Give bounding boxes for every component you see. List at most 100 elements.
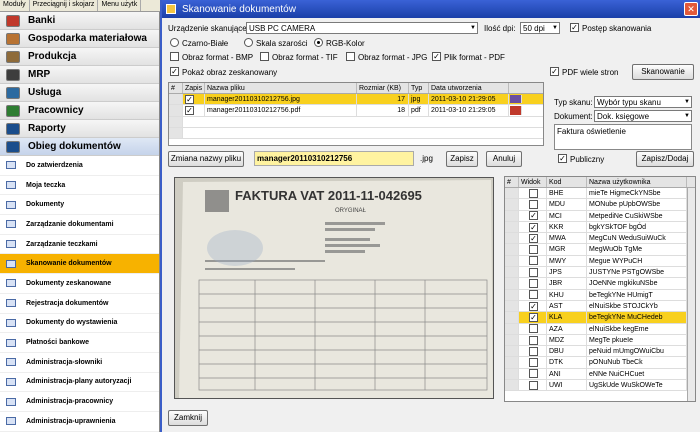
module-3[interactable]: MRP — [0, 66, 159, 84]
radio-gray[interactable] — [244, 38, 253, 48]
widok-checkbox[interactable]: ✓ — [519, 233, 547, 244]
menu-przeciagnij[interactable]: Przeciągnij i skojarz — [30, 0, 99, 11]
menu-uzytkownika[interactable]: Menu użytk — [98, 0, 142, 11]
row-selector[interactable] — [505, 244, 519, 255]
row-selector[interactable] — [169, 127, 183, 139]
module-1[interactable]: Gospodarka materiałowa — [0, 30, 159, 48]
users-scrollbar[interactable] — [687, 188, 695, 401]
module-2[interactable]: Produkcja — [0, 48, 159, 66]
sidebar-item-1[interactable]: Moja teczka — [0, 176, 159, 196]
fmt-tif-checkbox[interactable] — [260, 52, 269, 62]
filename-input[interactable]: manager20110310212756 — [254, 151, 414, 166]
zapis-checkbox[interactable]: ✓ — [183, 94, 205, 105]
widok-checkbox[interactable]: ✓ — [519, 221, 547, 233]
widok-checkbox[interactable] — [519, 346, 547, 357]
menu-moduly[interactable]: Moduły — [0, 0, 30, 11]
widok-checkbox[interactable] — [519, 323, 547, 334]
zapis-checkbox[interactable]: ✓ — [183, 105, 205, 116]
dpi-select[interactable]: 50 dpi ▼ — [520, 22, 560, 34]
user-row[interactable]: ANI eNNe NuiCHCuet — [505, 368, 695, 381]
sidebar-item-10[interactable]: Administracja-słowniki — [0, 353, 159, 373]
sidebar-item-6[interactable]: Dokumenty zeskanowane — [0, 274, 159, 294]
user-row[interactable]: MWY Megue WYPuCH — [505, 255, 695, 268]
rename-file-button[interactable]: Zmiana nazwy pliku — [168, 151, 244, 167]
sidebar-item-2[interactable]: Dokumenty — [0, 195, 159, 216]
widok-checkbox[interactable] — [519, 267, 547, 278]
user-row[interactable]: DBU peNuid mUmgOWuiCbu — [505, 346, 695, 358]
description-textarea[interactable]: Faktura oświetlenie — [554, 124, 692, 150]
user-row[interactable]: BHE mieTe HigmeCkYNSbe — [505, 188, 695, 200]
module-7[interactable]: Obieg dokumentów — [0, 138, 159, 156]
cancel-button[interactable]: Anuluj — [486, 151, 522, 167]
widok-checkbox[interactable] — [519, 380, 547, 391]
user-row[interactable]: AZA elNuiSkbe kegEme — [505, 323, 695, 335]
row-selector[interactable] — [505, 323, 519, 334]
sidebar-item-4[interactable]: Zarządzanie teczkami — [0, 235, 159, 255]
file-row[interactable]: ✓ manager20110310212756.pdf 18 pdf 2011-03-1… — [169, 105, 543, 117]
user-row[interactable]: ✓ MCI MetpediNe CuSkiWSbe — [505, 210, 695, 222]
row-selector[interactable] — [505, 312, 519, 323]
sidebar-item-12[interactable]: Administracja-pracownicy — [0, 392, 159, 412]
save-add-button[interactable]: Zapisz/Dodaj — [636, 151, 694, 167]
widok-checkbox[interactable] — [519, 368, 547, 380]
row-selector[interactable] — [169, 116, 183, 127]
widok-checkbox[interactable]: ✓ — [519, 210, 547, 221]
row-selector[interactable] — [505, 380, 519, 391]
close-button[interactable]: Zamknij — [168, 410, 208, 426]
widok-checkbox[interactable]: ✓ — [519, 312, 547, 323]
row-selector[interactable] — [505, 346, 519, 357]
row-selector[interactable] — [505, 334, 519, 346]
close-icon[interactable]: ✕ — [684, 2, 698, 16]
widok-checkbox[interactable]: ✓ — [519, 300, 547, 312]
sidebar-item-8[interactable]: Dokumenty do wystawienia — [0, 314, 159, 334]
public-checkbox[interactable]: ✓ — [558, 154, 567, 164]
module-0[interactable]: Banki — [0, 12, 159, 30]
scan-button[interactable]: Skanowanie — [632, 64, 694, 80]
sidebar-item-11[interactable]: Administracja-plany autoryzacji — [0, 373, 159, 393]
progress-checkbox[interactable]: ✓ — [570, 23, 579, 33]
document-select[interactable]: Dok. księgowe ▼ — [594, 110, 692, 122]
user-row[interactable]: DTK pONuNub TbeCk — [505, 357, 695, 369]
widok-checkbox[interactable] — [519, 255, 547, 267]
row-selector[interactable] — [505, 233, 519, 244]
save-button[interactable]: Zapisz — [446, 151, 478, 167]
radio-rgb[interactable] — [314, 38, 323, 48]
radio-bw[interactable] — [170, 38, 179, 48]
module-6[interactable]: Raporty — [0, 120, 159, 138]
fmt-bmp-checkbox[interactable] — [170, 52, 179, 62]
user-row[interactable]: MGR MegWuOb TgMe — [505, 244, 695, 256]
user-row[interactable]: JPS JUSTYNe PSTgOWSbe — [505, 267, 695, 279]
widok-checkbox[interactable] — [519, 278, 547, 289]
row-selector[interactable] — [169, 105, 183, 116]
sidebar-item-5[interactable]: Skanowanie dokumentów — [0, 254, 159, 275]
user-row[interactable]: ✓ KLA beTegkYNe MuCHedeb — [505, 312, 695, 324]
sidebar-item-0[interactable]: Do zatwierdzenia — [0, 156, 159, 176]
user-row[interactable]: MDU MONube pUpbOWSbe — [505, 199, 695, 211]
sidebar-item-3[interactable]: Zarządzanie dokumentami — [0, 215, 159, 235]
row-selector[interactable] — [505, 188, 519, 199]
widok-checkbox[interactable] — [519, 289, 547, 300]
row-selector[interactable] — [505, 357, 519, 368]
row-selector[interactable] — [505, 278, 519, 289]
user-row[interactable]: KHU beTegkYNe HUmigT — [505, 289, 695, 301]
widok-checkbox[interactable] — [519, 188, 547, 199]
row-selector[interactable] — [505, 289, 519, 300]
row-selector[interactable] — [505, 255, 519, 267]
row-selector[interactable] — [505, 221, 519, 233]
sidebar-item-9[interactable]: Płatności bankowe — [0, 333, 159, 353]
row-selector[interactable] — [505, 300, 519, 312]
sidebar-item-13[interactable]: Administracja-uprawnienia — [0, 412, 159, 432]
row-selector[interactable] — [505, 210, 519, 221]
user-row[interactable]: UWI UgSkUde WuSkOWeTe — [505, 380, 695, 392]
device-select[interactable]: USB PC CAMERA ▼ — [246, 22, 478, 34]
row-selector[interactable] — [505, 368, 519, 380]
sidebar-item-7[interactable]: Rejestracja dokumentów — [0, 294, 159, 314]
user-row[interactable]: ✓ KKR bgkYSkTOF bgÓd — [505, 221, 695, 234]
row-selector[interactable] — [169, 94, 183, 105]
widok-checkbox[interactable] — [519, 357, 547, 368]
row-selector[interactable] — [505, 199, 519, 210]
fmt-pdf-checkbox[interactable]: ✓ — [432, 52, 441, 62]
module-4[interactable]: Usługa — [0, 84, 159, 102]
show-scanned-checkbox[interactable]: ✓ — [170, 67, 179, 77]
module-5[interactable]: Pracownicy — [0, 102, 159, 120]
